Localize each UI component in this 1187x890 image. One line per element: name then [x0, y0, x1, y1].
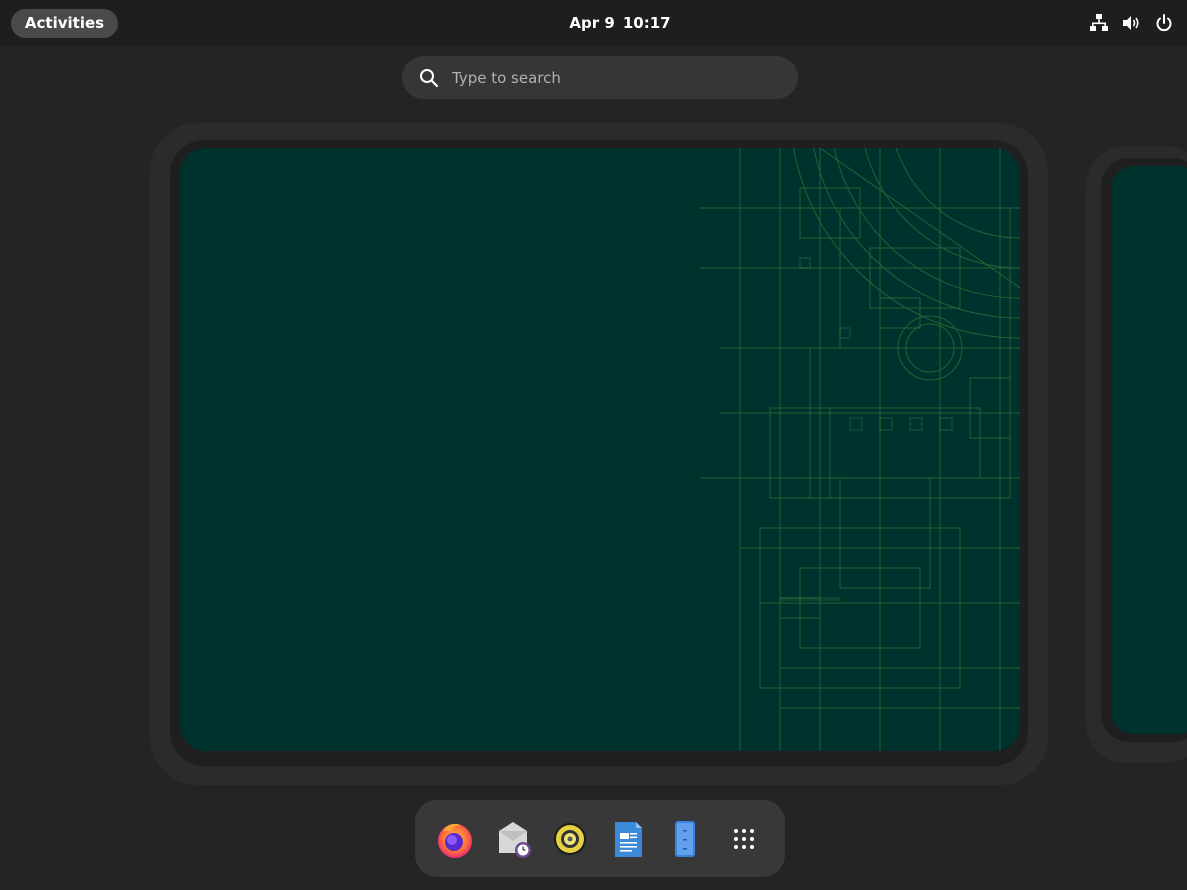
date-label: Apr 9 [569, 14, 615, 32]
firefox-icon[interactable] [433, 817, 477, 861]
network-wired-icon[interactable] [1089, 13, 1109, 33]
clock-button[interactable]: Apr 9 10:17 [520, 9, 720, 38]
activities-button[interactable]: Activities [11, 9, 118, 38]
workspace-current[interactable] [180, 148, 1020, 751]
workspace-next[interactable] [1111, 166, 1187, 734]
search-bar[interactable] [402, 56, 798, 99]
search-input[interactable] [452, 66, 782, 90]
volume-icon[interactable] [1121, 13, 1141, 33]
time-label: 10:17 [622, 14, 671, 32]
mail-clock-icon[interactable] [491, 817, 535, 861]
top-bar: Activities Apr 9 10:17 [0, 0, 1187, 46]
dash-dock [415, 800, 785, 877]
app-grid-icon[interactable] [722, 817, 766, 861]
power-icon[interactable] [1154, 13, 1174, 33]
search-icon [420, 69, 439, 88]
wallpaper-blueprint-pattern [180, 148, 1020, 751]
file-cabinet-icon[interactable] [663, 817, 707, 861]
speaker-icon[interactable] [548, 817, 592, 861]
writer-document-icon[interactable] [606, 817, 650, 861]
